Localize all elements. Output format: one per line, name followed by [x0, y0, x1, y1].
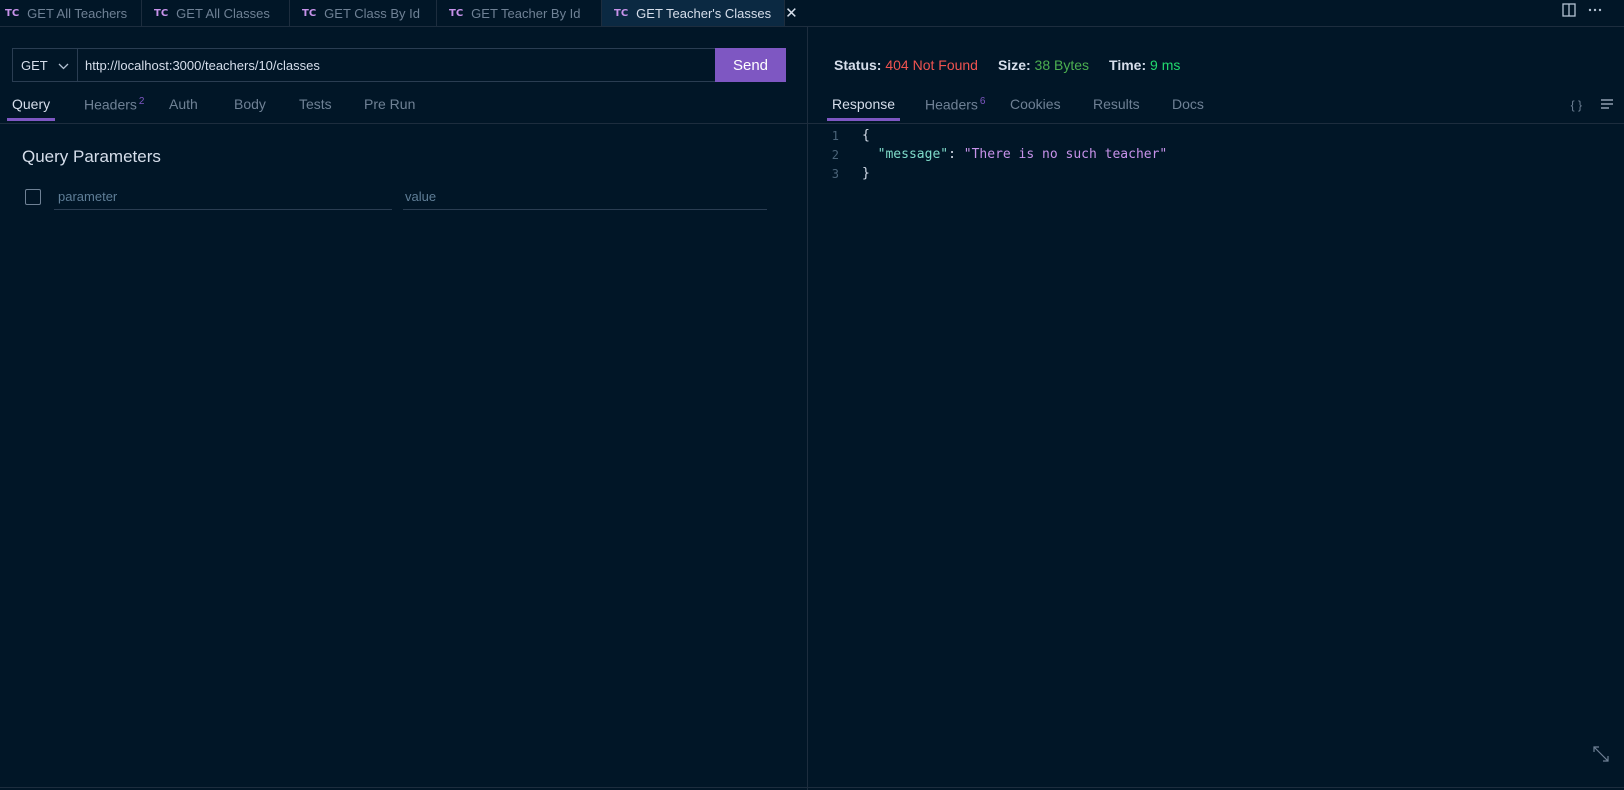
- tc-badge: TC: [449, 7, 464, 19]
- tab-docs[interactable]: Docs: [1172, 91, 1204, 121]
- time-info: Time: 9 ms: [1109, 57, 1180, 73]
- editor-actions: [1562, 3, 1602, 17]
- tab-results[interactable]: Results: [1093, 91, 1140, 121]
- more-actions-icon[interactable]: [1588, 3, 1602, 17]
- code-line: 2 "message": "There is no such teacher": [808, 145, 1168, 164]
- code-text: {: [862, 128, 870, 143]
- size-label: Size:: [997, 57, 1031, 73]
- tab-headers[interactable]: Headers 2: [84, 91, 144, 121]
- bottom-border: [0, 787, 1624, 788]
- method-select[interactable]: GET: [13, 49, 78, 81]
- tc-badge: TC: [5, 7, 20, 19]
- status-value: 404 Not Found: [885, 57, 978, 73]
- method-label: GET: [21, 57, 48, 73]
- request-bar: GET Send: [12, 48, 786, 82]
- param-name-input[interactable]: [54, 184, 392, 210]
- size-value: 38 Bytes: [1034, 57, 1090, 73]
- line-number: 1: [831, 128, 839, 143]
- tab-body[interactable]: Body: [234, 91, 266, 121]
- tab-label: GET All Teachers: [27, 5, 128, 21]
- tab-get-teacher-by-id[interactable]: TC GET Teacher By Id: [437, 0, 602, 26]
- json-separator: :: [948, 147, 964, 162]
- response-body: 1 { 2 "message": "There is no such teach…: [808, 126, 1168, 183]
- time-label: Time:: [1109, 57, 1147, 73]
- chevron-down-icon: [58, 58, 69, 73]
- tab-label: Results: [1093, 96, 1140, 112]
- close-icon[interactable]: ✕: [785, 6, 798, 21]
- time-value: 9 ms: [1150, 57, 1181, 73]
- send-button[interactable]: Send: [715, 48, 786, 82]
- response-tools: { }: [1571, 98, 1614, 112]
- code-line: 1 {: [808, 126, 1167, 145]
- tab-response[interactable]: Response: [826, 91, 901, 121]
- tab-label: Query: [12, 96, 51, 112]
- tab-response-headers[interactable]: Headers 6: [925, 91, 985, 121]
- tab-label: Headers: [84, 96, 137, 113]
- url-input[interactable]: [78, 49, 715, 81]
- response-pane: Status: 404 Not Found Size: 38 Bytes Tim…: [808, 27, 1624, 790]
- tab-label: Tests: [299, 96, 332, 112]
- tab-label: Docs: [1172, 96, 1204, 112]
- status-info: Status: 404 Not Found: [834, 57, 978, 73]
- tab-strip: TC GET All Teachers TC GET All Classes T…: [0, 0, 1624, 27]
- format-json-icon[interactable]: { }: [1571, 98, 1582, 112]
- tab-label: Auth: [169, 96, 198, 112]
- status-label: Status:: [834, 57, 882, 73]
- request-pane: GET Send Query Headers2 Auth Body Tests …: [0, 27, 808, 790]
- code-text: "message": "There is no such teacher": [862, 147, 1168, 162]
- tab-tests[interactable]: Tests: [299, 91, 332, 121]
- param-checkbox[interactable]: [25, 189, 41, 205]
- code-text: }: [862, 166, 870, 181]
- line-number: 3: [831, 166, 839, 181]
- tab-label: Headers: [925, 96, 978, 113]
- tab-label: GET Class By Id: [324, 5, 421, 21]
- tab-label: Pre Run: [364, 96, 416, 112]
- line-number: 2: [831, 147, 839, 162]
- headers-count-badge: 2: [138, 96, 145, 107]
- tab-query[interactable]: Query: [6, 91, 56, 121]
- wrap-lines-icon[interactable]: [1600, 98, 1614, 112]
- response-status-bar: Status: 404 Not Found Size: 38 Bytes Tim…: [834, 57, 1180, 73]
- code-line: 3 }: [808, 164, 1167, 183]
- size-info: Size: 38 Bytes: [998, 57, 1089, 73]
- tab-label: Body: [234, 96, 266, 112]
- tab-pre-run[interactable]: Pre Run: [364, 91, 434, 121]
- tab-get-all-classes[interactable]: TC GET All Classes: [142, 0, 290, 26]
- tabs-divider: [808, 123, 1624, 124]
- tc-badge: TC: [154, 7, 169, 19]
- tab-get-teachers-classes[interactable]: TC GET Teacher's Classes ✕: [602, 0, 798, 26]
- tab-label: GET Teacher By Id: [471, 5, 581, 21]
- split-editor-icon[interactable]: [1562, 3, 1576, 17]
- tab-get-class-by-id[interactable]: TC GET Class By Id: [290, 0, 437, 26]
- json-key: "message": [877, 147, 949, 162]
- tab-label: Response: [832, 96, 896, 112]
- query-param-row: [25, 184, 767, 210]
- tc-badge: TC: [614, 7, 629, 19]
- query-parameters-title: Query Parameters: [22, 147, 161, 166]
- tab-get-all-teachers[interactable]: TC GET All Teachers: [0, 0, 142, 26]
- tab-label: GET All Classes: [176, 5, 270, 21]
- tc-badge: TC: [302, 7, 317, 19]
- tab-label: GET Teacher's Classes: [636, 5, 772, 21]
- tab-label: Cookies: [1010, 96, 1061, 112]
- headers-count-badge: 6: [979, 96, 986, 107]
- tab-auth[interactable]: Auth: [169, 91, 198, 121]
- json-value: "There is no such teacher": [963, 147, 1168, 162]
- tabs-divider: [0, 123, 807, 124]
- tab-cookies[interactable]: Cookies: [1010, 91, 1061, 121]
- expand-icon[interactable]: [1592, 745, 1610, 763]
- param-value-input[interactable]: [403, 184, 767, 210]
